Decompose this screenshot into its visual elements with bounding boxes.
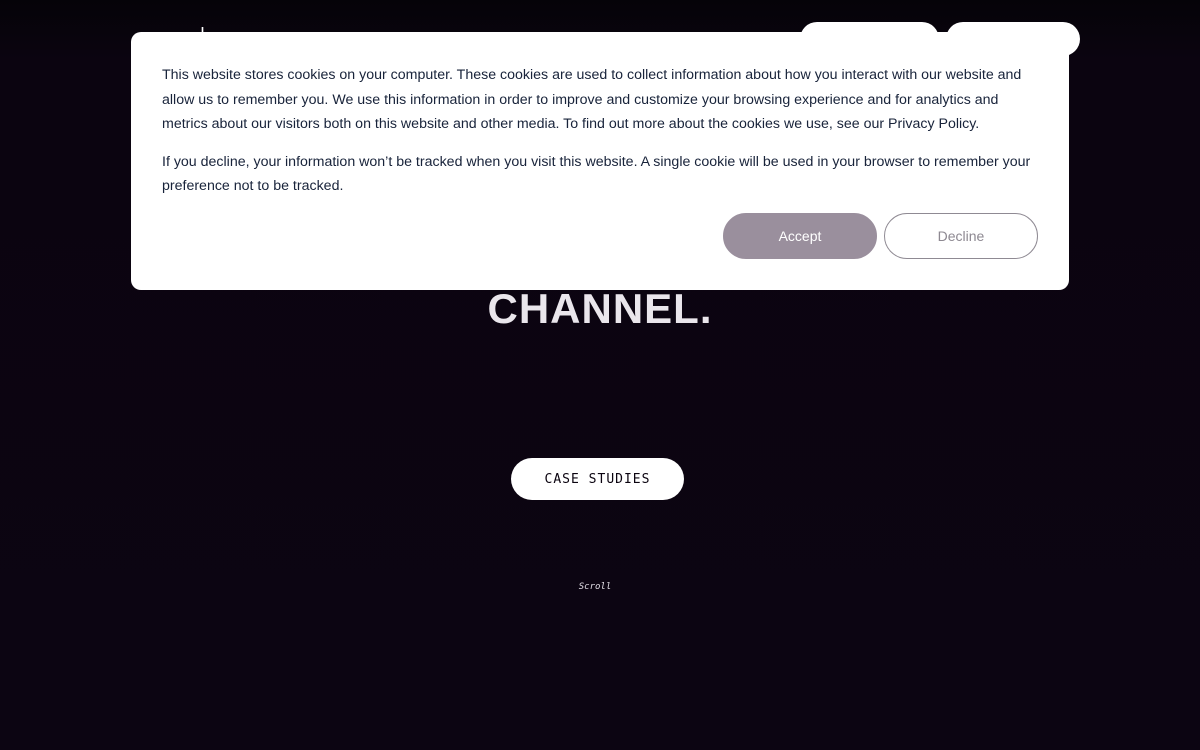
cookie-actions: Accept Decline [723, 213, 1038, 259]
case-studies-button[interactable]: CASE STUDIES [511, 458, 684, 500]
cookie-info-text: This website stores cookies on your comp… [162, 67, 1022, 133]
cookie-consent-banner: This website stores cookies on your comp… [131, 32, 1069, 290]
accept-cookies-button[interactable]: Accept [723, 213, 877, 259]
scroll-indicator[interactable]: Scroll [0, 582, 1200, 592]
decline-cookies-button[interactable]: Decline [884, 213, 1038, 259]
hero-headline: CHANNEL. [487, 285, 713, 332]
cookie-decline-info-text: If you decline, your information won’t b… [162, 153, 1031, 195]
